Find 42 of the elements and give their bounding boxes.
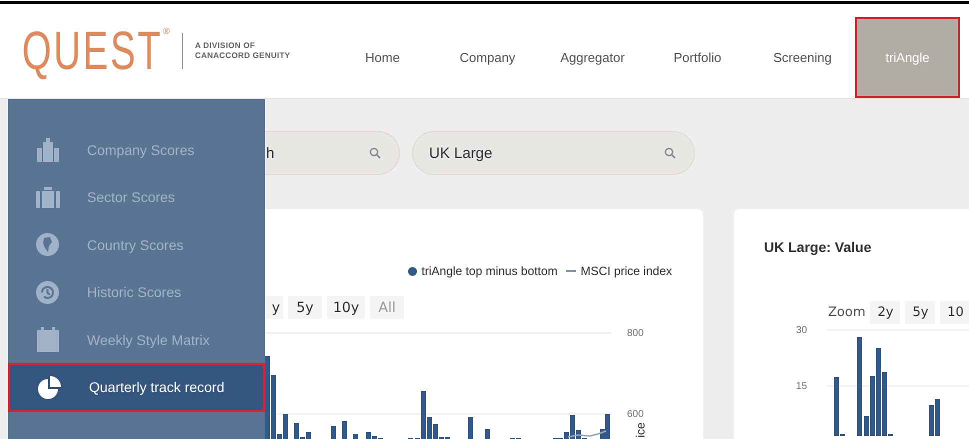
legend-dot-icon — [408, 266, 417, 276]
chart-bar — [353, 434, 358, 439]
nav-tab[interactable]: Screening — [750, 17, 855, 98]
axis-tick-label: 15 — [796, 381, 808, 392]
nav-tab[interactable]: Home — [330, 17, 435, 98]
zoom-button[interactable]: y — [265, 296, 283, 319]
legend-label: MSCI price index — [580, 264, 672, 278]
zoom-button[interactable]: 10y — [327, 296, 366, 319]
history-icon — [36, 280, 59, 304]
nav-tab[interactable]: Portfolio — [645, 17, 750, 98]
chart-bar — [342, 421, 347, 439]
axis-tick-label: 800 — [627, 328, 644, 339]
chart-bar — [331, 426, 336, 439]
registered-mark: ® — [163, 26, 170, 36]
search-field[interactable]: h — [265, 131, 400, 175]
sidebar-item[interactable]: Quarterly track record — [8, 362, 265, 412]
zoom-button[interactable]: 10 — [940, 301, 969, 324]
logo-wordmark: QUEST — [22, 24, 163, 78]
search-icon — [664, 147, 676, 159]
logo-tagline: CANACCORD GENUITY — [195, 51, 290, 61]
globe-icon — [36, 233, 59, 256]
calendar-icon — [36, 327, 58, 352]
legend-label: triAngle top minus bottom — [422, 264, 558, 278]
chart-title: UK Large: Value — [764, 239, 872, 255]
zoom-button[interactable]: 5y — [905, 301, 936, 324]
chart-bar — [468, 417, 473, 439]
axis-tick-label: 30 — [796, 325, 808, 336]
search-field[interactable]: UK Large — [412, 131, 695, 175]
nav-tab[interactable]: Aggregator — [540, 17, 645, 98]
zoom-button[interactable]: 5y — [288, 296, 322, 319]
axis-title: ice — [634, 422, 648, 438]
nav-tab[interactable]: Company — [435, 17, 540, 98]
zoom-label: Zoom — [828, 305, 866, 320]
briefcase-icon — [36, 186, 60, 208]
pie-chart-icon — [38, 376, 61, 398]
chart-bar — [485, 429, 490, 439]
logo-tagline: A DIVISION OF — [195, 41, 256, 51]
zoom-button[interactable]: 2y — [870, 301, 900, 324]
building-icon — [36, 138, 58, 162]
axis-tick-label: 600 — [627, 409, 644, 420]
price-line — [568, 430, 606, 438]
search-icon — [369, 147, 381, 159]
